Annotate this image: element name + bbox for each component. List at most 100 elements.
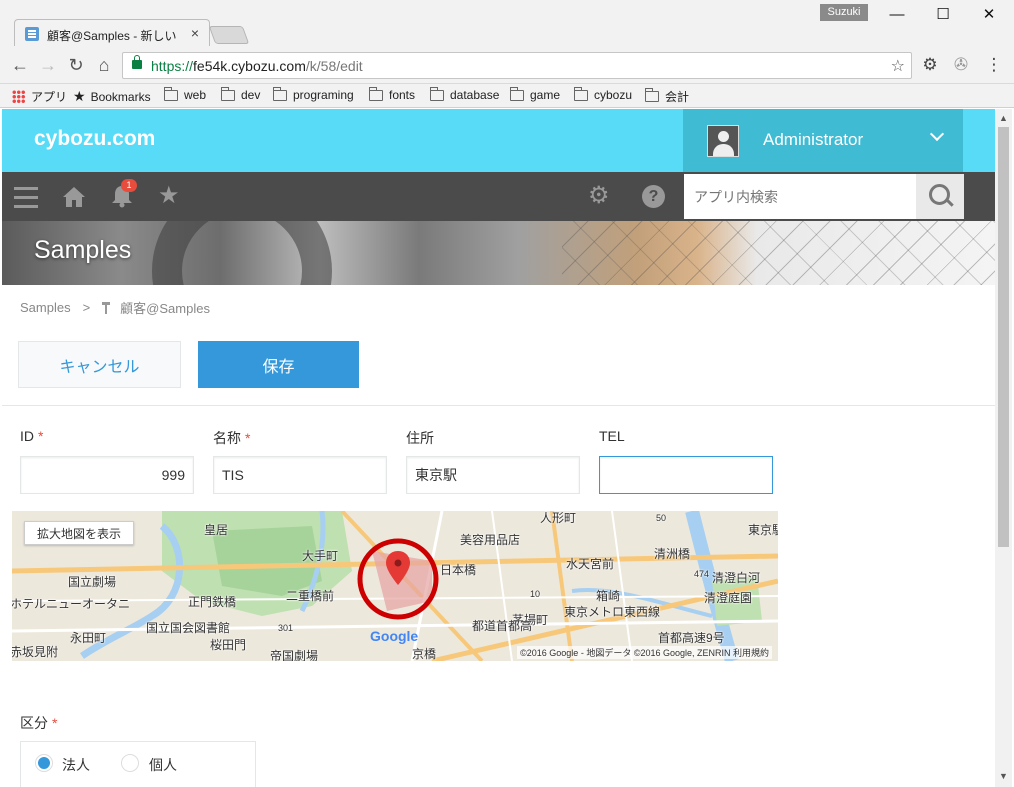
app-search-input[interactable] bbox=[684, 174, 916, 219]
home-icon[interactable]: ⌂ bbox=[94, 55, 114, 75]
required-mark: * bbox=[52, 715, 58, 731]
extension-gear-icon[interactable]: ⚙ bbox=[920, 55, 940, 75]
breadcrumb-space-link[interactable]: Samples bbox=[20, 300, 71, 315]
address-field[interactable] bbox=[406, 456, 580, 494]
breadcrumb-separator: > bbox=[82, 300, 91, 315]
scroll-down-arrow-icon[interactable]: ▼ bbox=[999, 771, 1008, 781]
map-label: 10 bbox=[530, 589, 541, 599]
tel-field[interactable] bbox=[599, 456, 773, 494]
scroll-thumb[interactable] bbox=[998, 127, 1009, 547]
bookmark-folder-database[interactable]: database bbox=[430, 86, 499, 102]
map-label: 人形町 bbox=[540, 511, 577, 525]
map-copyright[interactable]: ©2016 Google - 地図データ ©2016 Google, ZENRI… bbox=[517, 646, 772, 659]
tab-close-icon[interactable]: × bbox=[191, 25, 199, 41]
tab-title: 顧客@Samples - 新しいレ bbox=[47, 29, 179, 43]
page-scrollbar[interactable]: ▲ ▼ bbox=[995, 109, 1012, 787]
toolbar-divider bbox=[2, 405, 995, 406]
pin-icon bbox=[102, 301, 111, 314]
forward-arrow-icon[interactable]: → bbox=[38, 55, 58, 75]
map-label: 日本橋 bbox=[440, 563, 477, 577]
map-label: 474 bbox=[694, 569, 710, 579]
bookmark-star-icon[interactable]: ☆ bbox=[891, 56, 905, 76]
field-label-id: ID * bbox=[20, 428, 44, 444]
bookmark-apps[interactable]: アプリ bbox=[12, 88, 67, 105]
cybozu-logo[interactable]: cybozu.com bbox=[34, 127, 155, 151]
map-label: 清澄白河 bbox=[712, 571, 761, 585]
map-label: 京橋 bbox=[412, 647, 437, 661]
map-label: 皇居 bbox=[204, 523, 229, 537]
folder-icon bbox=[510, 86, 524, 101]
bookmark-folder-cybozu[interactable]: cybozu bbox=[574, 86, 632, 102]
required-mark: * bbox=[38, 428, 44, 444]
reload-icon[interactable]: ↻ bbox=[66, 55, 86, 75]
folder-icon bbox=[369, 86, 383, 101]
map-label: 箱崎 bbox=[596, 589, 621, 603]
map-label: 首都高速9号 bbox=[658, 631, 725, 645]
maximize-button[interactable]: ☐ bbox=[920, 2, 966, 28]
folder-icon bbox=[273, 86, 287, 101]
bookmark-folder-dev[interactable]: dev bbox=[221, 86, 260, 102]
map-embed[interactable]: 拡大地図を表示 皇居 大手町 美容用品店 人形町 東京駅 国立劇場 ホテルニュー… bbox=[12, 511, 778, 661]
back-arrow-icon[interactable]: ← bbox=[10, 55, 30, 75]
bookmark-folder-web[interactable]: web bbox=[164, 86, 206, 102]
folder-icon bbox=[164, 86, 178, 101]
settings-gear-icon[interactable]: ⚙ bbox=[588, 184, 610, 208]
close-window-button[interactable]: ✕ bbox=[966, 2, 1012, 28]
map-label: 赤坂見附 bbox=[12, 645, 59, 659]
favorite-star-icon[interactable]: ★ bbox=[158, 184, 180, 208]
bookmark-folder-programing[interactable]: programing bbox=[273, 86, 354, 102]
bookmark-folder-game[interactable]: game bbox=[510, 86, 560, 102]
field-label-tel: TEL bbox=[599, 428, 625, 444]
map-label: 永田町 bbox=[70, 631, 107, 645]
new-tab-button[interactable] bbox=[208, 26, 250, 44]
bookmark-folder-fonts[interactable]: fonts bbox=[369, 86, 415, 102]
map-label: 桜田門 bbox=[210, 638, 247, 652]
menu-kebab-icon[interactable]: ⋮ bbox=[984, 55, 1004, 75]
map-label: 大手町 bbox=[302, 549, 339, 563]
user-menu[interactable]: Administrator bbox=[683, 109, 963, 172]
map-label: ホテルニューオータニ bbox=[12, 597, 131, 611]
banner-blueprint-graphic bbox=[562, 221, 995, 285]
folder-icon bbox=[574, 86, 588, 101]
breadcrumb: Samples > 顧客@Samples bbox=[20, 298, 210, 317]
open-larger-map-button[interactable]: 拡大地図を表示 bbox=[24, 521, 134, 545]
field-label-kubun: 区分 * bbox=[20, 715, 58, 731]
id-field[interactable] bbox=[20, 456, 194, 494]
map-label: 東京メトロ東西線 bbox=[564, 605, 661, 619]
scroll-up-arrow-icon[interactable]: ▲ bbox=[999, 113, 1008, 123]
kintone-app-favicon-icon bbox=[25, 27, 39, 41]
apps-grid-icon bbox=[12, 90, 25, 103]
bookmark-bookmarks[interactable]: ★ Bookmarks bbox=[73, 88, 151, 105]
map-label: 清澄庭園 bbox=[704, 591, 753, 605]
name-field[interactable] bbox=[213, 456, 387, 494]
folder-icon bbox=[430, 86, 444, 101]
help-icon[interactable]: ? bbox=[642, 185, 665, 208]
notification-badge: 1 bbox=[121, 179, 137, 192]
hamburger-menu-icon[interactable] bbox=[14, 187, 38, 208]
radio-corporate[interactable] bbox=[35, 754, 53, 772]
map-label: 帝国劇場 bbox=[270, 649, 319, 661]
bookmark-folder-kaikei[interactable]: 会計 bbox=[645, 88, 689, 105]
map-label: 都道首都高 bbox=[472, 619, 533, 633]
address-bar[interactable]: https://fe54k.cybozu.com/k/58/edit ☆ bbox=[122, 52, 912, 79]
breadcrumb-app-link[interactable]: 顧客@Samples bbox=[120, 298, 210, 317]
minimize-button[interactable]: — bbox=[874, 2, 920, 28]
cancel-button[interactable]: キャンセル bbox=[18, 341, 181, 388]
browser-tab-active[interactable]: 顧客@Samples - 新しいレ × bbox=[14, 19, 210, 47]
banner-gear-graphic bbox=[152, 221, 332, 285]
browser-titlebar: 顧客@Samples - 新しいレ × Suzuki — ☐ ✕ bbox=[0, 0, 1014, 47]
map-label: 美容用品店 bbox=[460, 533, 521, 547]
map-label: 国立劇場 bbox=[68, 575, 117, 589]
app-banner: Samples bbox=[2, 221, 995, 285]
radio-individual[interactable] bbox=[121, 754, 139, 772]
save-button[interactable]: 保存 bbox=[198, 341, 359, 388]
home-icon[interactable] bbox=[62, 186, 86, 208]
url-text[interactable]: https://fe54k.cybozu.com/k/58/edit bbox=[151, 58, 363, 74]
extension-icon[interactable]: ✇ bbox=[951, 55, 971, 75]
lock-icon bbox=[132, 55, 142, 69]
search-icon[interactable] bbox=[916, 174, 964, 219]
profile-chip[interactable]: Suzuki bbox=[820, 4, 868, 21]
radio-label-individual[interactable]: 個人 bbox=[149, 755, 177, 775]
required-mark: * bbox=[245, 430, 251, 446]
radio-label-corporate[interactable]: 法人 bbox=[62, 755, 90, 775]
